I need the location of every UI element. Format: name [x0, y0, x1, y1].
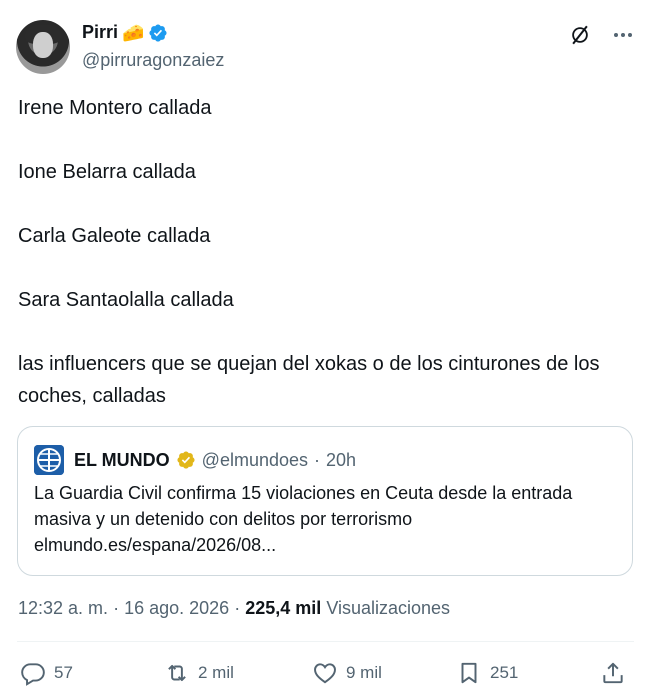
- separator-dot: ·: [113, 598, 120, 618]
- repost-count: 2 mil: [198, 663, 234, 682]
- post-header: Pirri 🧀 @pirruragonzaiez: [16, 18, 635, 76]
- action-bar: 57 2 mil 9 mil 251: [20, 660, 632, 692]
- avatar[interactable]: [16, 20, 70, 74]
- post-body: Irene Montero callada Ione Belarra calla…: [18, 92, 638, 412]
- avatar-face: [33, 32, 53, 58]
- author-handle[interactable]: @pirruragonzaiez: [82, 50, 224, 71]
- share-icon: [603, 662, 623, 684]
- quoted-author-handle[interactable]: @elmundoes: [202, 450, 308, 471]
- more-icon[interactable]: [611, 24, 635, 46]
- post-date[interactable]: 16 ago. 2026: [124, 598, 229, 618]
- share-button[interactable]: [600, 660, 626, 686]
- post-line: las influencers que se quejan del xokas …: [18, 353, 600, 407]
- el-mundo-logo-icon[interactable]: [34, 445, 64, 475]
- post-meta: 12:32 a. m. · 16 ago. 2026 · 225,4 mil V…: [18, 598, 450, 619]
- quoted-post-time[interactable]: 20h: [326, 450, 356, 471]
- author-name[interactable]: Pirri: [82, 22, 118, 43]
- like-count: 9 mil: [346, 663, 382, 682]
- verified-badge-icon[interactable]: [148, 23, 168, 43]
- views-label[interactable]: Visualizaciones: [326, 598, 450, 618]
- author-name-row: Pirri 🧀: [82, 22, 168, 43]
- reply-button[interactable]: 57: [20, 660, 73, 686]
- quoted-post-text: La Guardia Civil confirma 15 violaciones…: [34, 483, 573, 555]
- divider: [17, 641, 634, 642]
- like-icon: [314, 663, 336, 684]
- separator-dot: ·: [234, 598, 241, 618]
- post-line: Irene Montero callada: [18, 97, 212, 119]
- separator-dot: ·: [314, 449, 321, 470]
- bookmark-count: 251: [490, 663, 519, 682]
- gold-verified-badge-icon[interactable]: [176, 450, 196, 470]
- post-line: Carla Galeote callada: [18, 225, 211, 247]
- quoted-author-name[interactable]: EL MUNDO: [74, 450, 170, 471]
- name-emoji: 🧀: [122, 22, 145, 43]
- post-time[interactable]: 12:32 a. m.: [18, 598, 108, 618]
- post-line: Sara Santaolalla callada: [18, 289, 234, 311]
- bookmark-icon: [461, 662, 477, 684]
- views-count: 225,4 mil: [245, 598, 322, 618]
- bookmark-button[interactable]: 251: [456, 660, 518, 686]
- post-line: Ione Belarra callada: [18, 161, 196, 183]
- reply-icon: [21, 663, 45, 686]
- quoted-post-card[interactable]: EL MUNDO @elmundoes · 20h La Guardia Civ…: [17, 426, 633, 576]
- repost-button[interactable]: 2 mil: [164, 660, 234, 686]
- quoted-post-header: EL MUNDO @elmundoes · 20h: [34, 445, 356, 475]
- repost-icon: [168, 664, 186, 682]
- reply-count: 57: [54, 663, 73, 682]
- like-button[interactable]: 9 mil: [312, 660, 382, 686]
- grok-icon[interactable]: [569, 24, 591, 46]
